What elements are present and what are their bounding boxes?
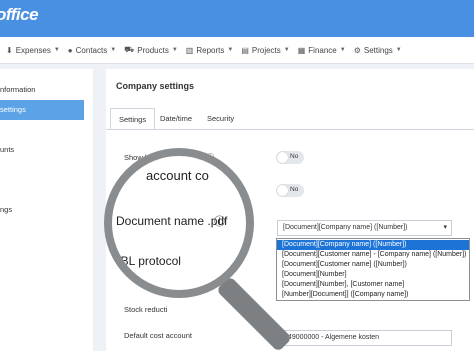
nav-label: Contacts xyxy=(75,45,108,55)
chevron-down-icon: ▾ xyxy=(443,224,447,231)
show-ledger-toggle[interactable]: No xyxy=(276,151,304,164)
chevron-down-icon: ▼ xyxy=(53,47,60,53)
default-cost-account-select[interactable]: 49000000 - Algemene kosten xyxy=(277,330,452,346)
nav-label: Projects xyxy=(251,45,281,55)
tab-security[interactable]: Security xyxy=(199,108,242,130)
chevron-down-icon: ▼ xyxy=(283,47,290,53)
dropdown-option[interactable]: [Document][Customer name] ([Number]) xyxy=(277,260,469,270)
toggle-knob xyxy=(277,152,288,163)
chart-icon: ▥ xyxy=(185,45,194,55)
main-nav: ⬇ Expenses ▼ ● Contacts ▼ ⛟ Products ▼ ▥… xyxy=(0,37,474,64)
dropdown-option[interactable]: [Document][Customer name] - [Company nam… xyxy=(277,250,469,260)
sidebar-item-accounts[interactable]: unts xyxy=(0,145,93,154)
toggle-knob xyxy=(277,185,288,196)
toggle-label: No xyxy=(290,186,299,193)
nav-label: Settings xyxy=(363,45,393,55)
magnified-account-label: account co xyxy=(146,168,209,183)
nav-label: Finance xyxy=(308,45,337,55)
nav-projects[interactable]: ▤ Projects ▼ xyxy=(241,46,289,55)
sidebar: nformation settings unts ngs xyxy=(0,69,93,351)
cart-icon: ⛟ xyxy=(124,45,135,54)
tab-date-time[interactable]: Date/time xyxy=(152,108,200,130)
nav-expenses[interactable]: ⬇ Expenses ▼ xyxy=(6,46,60,55)
nav-label: Products xyxy=(137,45,169,55)
toggle-label: No xyxy=(290,153,299,160)
chevron-down-icon: ▼ xyxy=(171,47,178,53)
app-logo[interactable]: office xyxy=(0,5,39,25)
magnifier-lens: account co Document name .pdf ⓘ UBL prot… xyxy=(104,148,254,298)
nav-finance[interactable]: ▦ Finance ▼ xyxy=(298,46,346,55)
select-value: 49000000 - Algemene kosten xyxy=(288,334,380,341)
nav-contacts[interactable]: ● Contacts ▼ xyxy=(68,46,116,55)
dropdown-option[interactable]: [Number][Document]] ([Company name]) xyxy=(277,290,469,300)
tab-divider xyxy=(106,129,474,130)
stock-reduction-label: Stock reducti xyxy=(124,305,168,314)
page-title: Company settings xyxy=(116,81,195,91)
sidebar-item-settings[interactable]: settings xyxy=(0,100,84,120)
magnified-ubl-protocol-label: UBL protocol xyxy=(112,254,181,268)
sidebar-item-information[interactable]: nformation xyxy=(0,85,93,94)
nav-reports[interactable]: ▥ Reports ▼ xyxy=(186,46,234,55)
nav-label: Reports xyxy=(196,45,225,55)
info-icon: ⓘ xyxy=(214,216,225,228)
account-toggle[interactable]: No xyxy=(276,184,304,197)
chevron-down-icon: ▼ xyxy=(227,47,234,53)
nav-label: Expenses xyxy=(15,45,51,55)
nav-settings[interactable]: ⚙ Settings ▼ xyxy=(354,46,402,55)
select-value: [Document][Company name] ([Number]) xyxy=(283,224,408,231)
default-cost-account-label: Default cost account xyxy=(124,331,192,340)
chevron-down-icon: ▼ xyxy=(110,47,117,53)
chevron-down-icon: ▼ xyxy=(339,47,346,53)
dropdown-option[interactable]: [Document][Number] xyxy=(277,270,469,280)
top-bar: office xyxy=(0,0,474,37)
person-icon: ● xyxy=(67,45,73,55)
magnified-document-name-label: Document name .pdf xyxy=(116,214,228,228)
tab-settings[interactable]: Settings xyxy=(110,108,156,130)
download-icon: ⬇ xyxy=(6,45,13,55)
nav-products[interactable]: ⛟ Products ▼ xyxy=(124,45,178,55)
gear-icon: ⚙ xyxy=(353,45,361,55)
dropdown-option[interactable]: [Document][Company name] ([Number]) xyxy=(277,240,469,250)
finance-icon: ▦ xyxy=(297,45,306,55)
chevron-down-icon: ▼ xyxy=(395,47,402,53)
dropdown-option[interactable]: [Document][Number], [Customer name] xyxy=(277,280,469,290)
document-name-dropdown: [Document][Company name] ([Number]) [Doc… xyxy=(276,238,470,301)
sidebar-item-settings-2[interactable]: ngs xyxy=(0,205,93,214)
clipboard-icon: ▤ xyxy=(241,45,249,55)
document-name-select[interactable]: [Document][Company name] ([Number]) ▾ xyxy=(277,220,452,236)
